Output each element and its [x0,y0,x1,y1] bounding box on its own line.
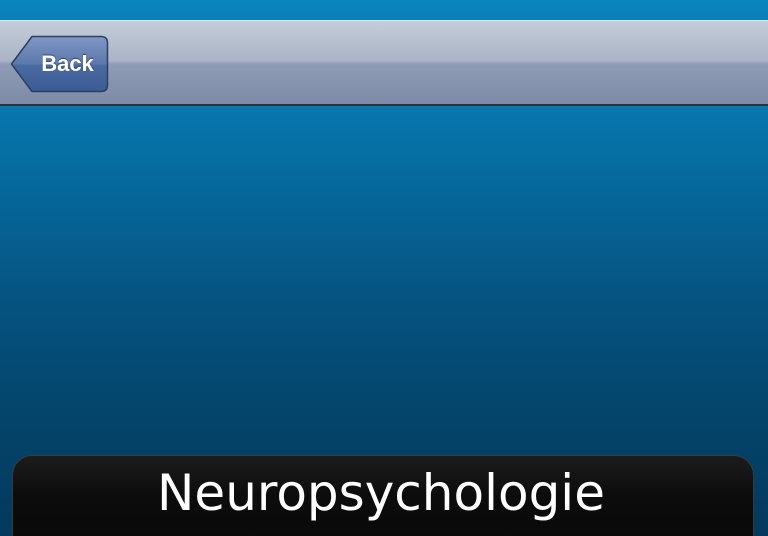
title-panel: Neuropsychologie [12,455,754,536]
panel-title: Neuropsychologie [157,464,605,522]
content-area [0,106,768,446]
status-bar [0,0,768,20]
navigation-bar: Back [0,20,768,106]
back-button-label: Back [41,51,94,76]
back-button[interactable]: Back [10,35,109,93]
